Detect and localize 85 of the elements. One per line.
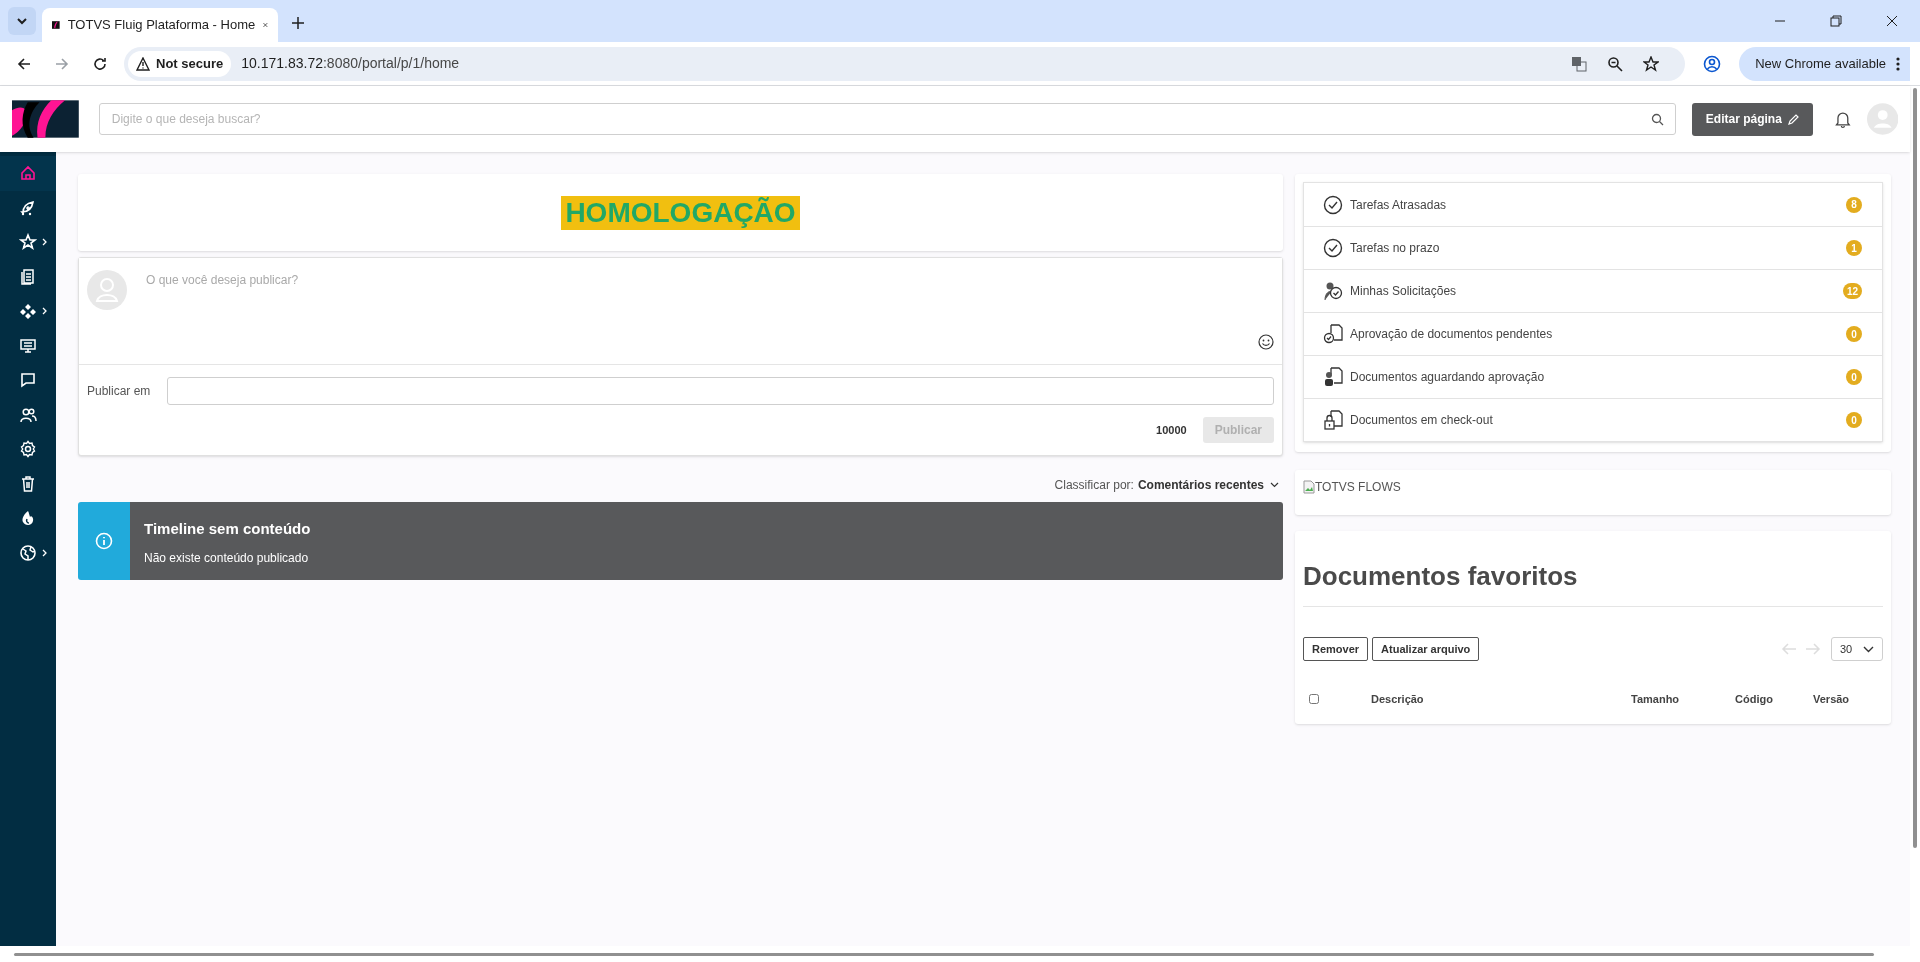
close-icon[interactable]	[1886, 15, 1898, 27]
globe-icon	[19, 543, 37, 562]
task-row[interactable]: Documentos em check-out 0	[1304, 398, 1882, 441]
update-button[interactable]: New Chrome available	[1739, 46, 1910, 81]
star-icon	[19, 233, 37, 252]
favorites-title: Documentos favoritos	[1303, 557, 1883, 607]
column-header[interactable]: Descrição	[1371, 691, 1631, 708]
forward-icon[interactable]	[54, 55, 70, 72]
gear-icon	[19, 440, 37, 459]
smiley-icon[interactable]	[1258, 334, 1274, 350]
task-label: Tarefas no prazo	[1350, 240, 1441, 257]
doc-lock-icon	[1323, 410, 1343, 430]
browser-tab[interactable]: TOTVS Fluig Plataforma - Home	[42, 8, 278, 42]
task-row[interactable]: Documentos aguardando aprovação 0	[1304, 355, 1882, 398]
chat-icon	[19, 371, 37, 390]
info-icon	[95, 532, 113, 550]
translate-icon[interactable]	[1571, 55, 1588, 72]
search-field[interactable]: Digite o que deseja buscar?	[98, 103, 1676, 135]
broken-image-icon	[1303, 480, 1315, 494]
search-icon[interactable]	[1650, 113, 1664, 126]
documents-icon	[19, 267, 37, 286]
process-icon	[19, 302, 37, 321]
restore-icon[interactable]	[1830, 15, 1842, 27]
tab-title: TOTVS Fluig Plataforma - Home	[67, 16, 256, 35]
count-badge: 8	[1846, 196, 1862, 213]
chevron-right-icon	[42, 238, 48, 247]
toolbar-button[interactable]: Remover	[1303, 637, 1369, 661]
toolbar-button[interactable]: Atualizar arquivo	[1372, 637, 1480, 661]
select-all-checkbox[interactable]	[1309, 694, 1319, 705]
reload-icon[interactable]	[92, 55, 108, 72]
column-header[interactable]: Código	[1735, 691, 1813, 708]
chevron-right-icon	[42, 548, 48, 557]
character-counter: 10000	[1156, 422, 1187, 438]
task-label: Minhas Solicitações	[1350, 283, 1458, 300]
doc-approval-icon	[1323, 324, 1343, 344]
bell-icon[interactable]	[1834, 110, 1851, 128]
publish-in-label: Publicar em	[87, 383, 152, 400]
column-header[interactable]: Tamanho	[1631, 691, 1735, 708]
tab-search-button[interactable]	[8, 7, 36, 35]
count-badge: 12	[1842, 283, 1862, 299]
zoom-icon[interactable]	[1607, 55, 1624, 72]
url-text: 10.171.83.72:8080/portal/p/1/home	[241, 54, 460, 73]
sort-label: Classificar por:	[1054, 477, 1134, 494]
edit-page-button[interactable]: Editar página	[1691, 102, 1813, 136]
chevron-down-icon	[1863, 645, 1874, 653]
star-icon[interactable]	[1643, 55, 1660, 72]
address-bar[interactable]: Not secure 10.171.83.72:8080/portal/p/1/home	[124, 46, 1686, 81]
task-row[interactable]: Tarefas no prazo 1	[1304, 226, 1882, 269]
task-row[interactable]: Minhas Solicitações 12	[1304, 269, 1882, 312]
publish-in-field[interactable]	[167, 377, 1274, 405]
count-badge: 0	[1846, 412, 1862, 428]
users-icon	[19, 405, 37, 424]
chevron-down-icon	[1270, 482, 1279, 488]
request-icon	[1323, 281, 1343, 301]
profile-icon[interactable]	[1703, 54, 1722, 73]
company-logo	[12, 100, 79, 138]
warning-icon	[136, 56, 150, 71]
column-header[interactable]: Versão	[1813, 691, 1873, 708]
task-label: Documentos aguardando aprovação	[1350, 369, 1546, 386]
page-size-dropdown[interactable]: 30	[1831, 637, 1883, 661]
count-badge: 0	[1846, 326, 1862, 342]
task-label: Documentos em check-out	[1350, 412, 1494, 429]
monitor-icon	[19, 336, 37, 355]
post-composer[interactable]: O que você deseja publicar?	[79, 258, 1282, 365]
new-tab-icon[interactable]	[292, 17, 304, 29]
more-icon	[1896, 56, 1900, 71]
notice-message: Não existe conteúdo publicado	[144, 549, 310, 567]
scrollbar-thumb[interactable]	[1913, 88, 1917, 848]
scrollbar-thumb[interactable]	[14, 952, 1874, 956]
trash-icon	[19, 474, 37, 493]
task-row[interactable]: Tarefas Atrasadas 8	[1304, 183, 1882, 226]
image-alt-text: TOTVS FLOWS	[1315, 479, 1401, 496]
notice-title: Timeline sem conteúdo	[144, 519, 312, 539]
count-badge: 0	[1846, 369, 1862, 385]
environment-banner: HOMOLOGAÇÃO	[561, 195, 800, 230]
back-icon[interactable]	[16, 55, 32, 72]
task-label: Aprovação de documentos pendentes	[1350, 326, 1554, 343]
pencil-icon	[1787, 113, 1799, 125]
sort-dropdown[interactable]: Comentários recentes	[1137, 476, 1279, 494]
chevron-down-icon	[16, 15, 28, 27]
task-label: Tarefas Atrasadas	[1350, 196, 1448, 214]
home-icon	[19, 164, 37, 183]
chevron-right-icon	[42, 307, 48, 316]
count-badge: 1	[1846, 240, 1862, 256]
task-row[interactable]: Aprovação de documentos pendentes 0	[1304, 312, 1882, 355]
